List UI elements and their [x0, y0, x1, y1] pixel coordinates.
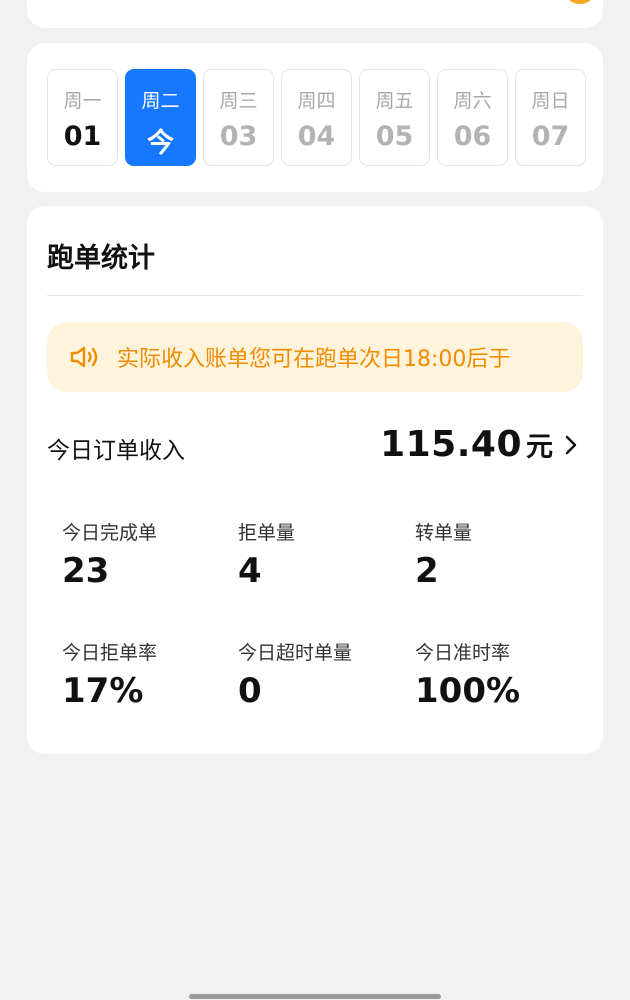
top-card-partial	[27, 0, 603, 28]
divider	[47, 295, 583, 296]
day-item-tue[interactable]: 周二 今	[125, 69, 196, 166]
income-amount: 115.40	[380, 424, 522, 465]
metric-label: 拒单量	[238, 522, 296, 544]
day-weekday: 周六	[453, 90, 492, 112]
day-weekday: 周五	[375, 90, 414, 112]
day-item-sat[interactable]: 周六 06	[437, 69, 508, 166]
metric-value: 23	[62, 551, 110, 591]
day-item-wed[interactable]: 周三 03	[203, 69, 274, 166]
income-label: 今日订单收入	[47, 438, 185, 464]
partial-badge	[563, 0, 597, 4]
day-item-fri[interactable]: 周五 05	[359, 69, 430, 166]
day-item-thu[interactable]: 周四 04	[281, 69, 352, 166]
metric-rejected-orders: 拒单量 4	[238, 518, 408, 591]
day-item-sun[interactable]: 周日 07	[515, 69, 586, 166]
day-row: 周一 01 周二 今 周三 03 周四 04 周五 05 周六 06 周日 07	[47, 69, 586, 166]
day-item-mon[interactable]: 周一 01	[47, 69, 118, 166]
order-stats-card: 跑单统计 实际收入账单您可在跑单次日18:00后于 今日订单收入 115.40 …	[27, 206, 603, 754]
metric-overtime-orders: 今日超时单量 0	[238, 638, 408, 711]
metric-value: 0	[238, 671, 262, 711]
day-date: 05	[375, 121, 414, 152]
metric-label: 今日准时率	[415, 642, 511, 664]
day-date: 04	[297, 121, 336, 152]
metric-label: 今日拒单率	[62, 642, 158, 664]
day-date: 今	[147, 128, 174, 159]
day-date: 01	[63, 121, 102, 152]
day-weekday: 周二	[141, 90, 180, 112]
metric-completed-orders: 今日完成单 23	[62, 518, 232, 591]
week-selector-card: 周一 01 周二 今 周三 03 周四 04 周五 05 周六 06 周日 07	[27, 43, 603, 192]
section-title: 跑单统计	[47, 243, 155, 274]
day-date: 03	[219, 121, 258, 152]
notice-banner[interactable]: 实际收入账单您可在跑单次日18:00后于	[47, 322, 583, 392]
income-value-link[interactable]: 115.40 元	[380, 424, 579, 465]
metric-value: 100%	[415, 671, 521, 711]
income-unit: 元	[526, 432, 553, 463]
day-weekday: 周四	[297, 90, 336, 112]
metric-value: 4	[238, 551, 262, 591]
home-indicator[interactable]	[189, 994, 441, 999]
metric-label: 转单量	[415, 522, 473, 544]
metric-label: 今日超时单量	[238, 642, 353, 664]
metric-label: 今日完成单	[62, 522, 158, 544]
chevron-right-icon	[565, 435, 577, 454]
metric-value: 17%	[62, 671, 144, 711]
day-weekday: 周一	[63, 90, 102, 112]
metric-ontime-rate: 今日准时率 100%	[415, 638, 585, 711]
notice-text: 实际收入账单您可在跑单次日18:00后于	[117, 347, 511, 372]
day-weekday: 周日	[531, 90, 570, 112]
metric-transferred-orders: 转单量 2	[415, 518, 585, 591]
metric-value: 2	[415, 551, 439, 591]
speaker-icon	[70, 346, 98, 368]
metric-rejection-rate: 今日拒单率 17%	[62, 638, 232, 711]
day-date: 06	[453, 121, 492, 152]
day-date: 07	[531, 121, 570, 152]
day-weekday: 周三	[219, 90, 258, 112]
